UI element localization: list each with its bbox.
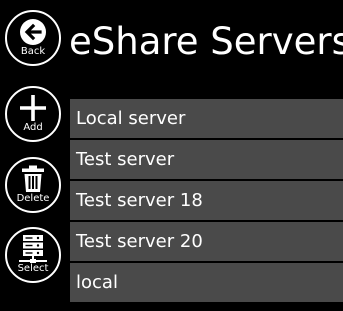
server-list-item[interactable]: local <box>70 263 343 302</box>
server-list: Local server Test server Test server 18 … <box>70 99 343 304</box>
select-button-label: Select <box>17 263 49 274</box>
add-button-label: Add <box>23 122 43 133</box>
arrow-left-icon <box>20 19 46 45</box>
back-button-label: Back <box>20 46 46 57</box>
server-list-item[interactable]: Test server 20 <box>70 222 343 261</box>
trash-icon <box>22 165 44 192</box>
page-title: eShare Servers <box>69 20 343 63</box>
add-button[interactable]: Add <box>5 86 61 142</box>
server-list-item[interactable]: Local server <box>70 99 343 138</box>
app-bar: Back Add Delete Select <box>0 0 66 311</box>
server-list-item[interactable]: Test server 18 <box>70 181 343 220</box>
delete-button[interactable]: Delete <box>5 157 61 213</box>
select-button[interactable]: Select <box>5 227 61 283</box>
server-icon <box>19 235 47 263</box>
delete-button-label: Delete <box>16 193 50 204</box>
server-list-item[interactable]: Test server <box>70 140 343 179</box>
plus-icon <box>20 95 46 121</box>
back-button[interactable]: Back <box>5 10 61 66</box>
